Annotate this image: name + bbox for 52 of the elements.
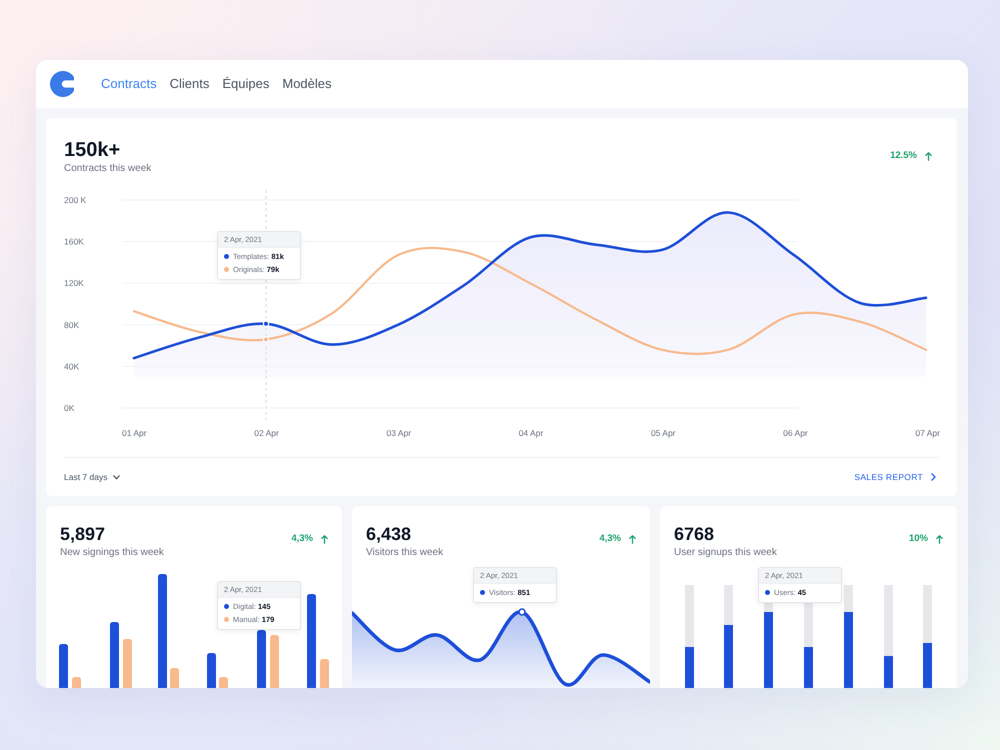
trend-value: 4,3% xyxy=(291,533,313,545)
x-axis-label: 02 Apr xyxy=(254,427,279,440)
y-axis-label: 160K xyxy=(64,236,84,247)
logo-icon xyxy=(50,71,76,97)
y-axis-label: 200 K xyxy=(64,195,86,205)
data-point-marker xyxy=(518,608,526,616)
chart-bar xyxy=(320,659,329,688)
stat-label: Visitors this week xyxy=(366,546,444,559)
nav-tab[interactable]: Clients xyxy=(170,76,210,92)
x-axis-label: 04 Apr xyxy=(518,427,544,440)
chevron-down-icon xyxy=(113,474,120,480)
y-axis-label: 40K xyxy=(64,361,80,372)
chart-bar xyxy=(270,635,279,688)
stat-label: Contracts this week xyxy=(64,162,152,176)
stat-value: 150k+ xyxy=(64,138,122,162)
bar-fill xyxy=(685,647,694,688)
nav-tab[interactable]: Modèles xyxy=(282,76,332,92)
y-axis-label: 0K xyxy=(64,403,74,413)
nav-tab[interactable]: Contracts xyxy=(101,76,157,92)
period-dropdown[interactable]: Last 7 days xyxy=(64,472,120,482)
data-point-marker xyxy=(262,320,270,327)
chart-bar xyxy=(59,644,68,688)
bar-fill xyxy=(804,647,813,688)
chart-bar xyxy=(110,622,119,688)
chart-bar xyxy=(219,677,228,688)
trend-value: 10% xyxy=(908,533,928,545)
stat-label: User signups this week xyxy=(674,546,777,559)
x-axis-label: 07 Apr xyxy=(915,427,940,440)
chart-bar xyxy=(257,630,266,688)
chart-bar xyxy=(72,677,81,688)
chart-bar xyxy=(207,653,216,688)
chevron-right-icon xyxy=(931,473,936,481)
x-axis-label: 05 Apr xyxy=(650,427,676,440)
stat-value: 5,897 xyxy=(60,524,106,544)
x-axis-label: 03 Apr xyxy=(386,427,412,440)
bar-fill xyxy=(884,656,893,688)
chart-bar xyxy=(123,639,132,688)
y-axis-label: 120K xyxy=(64,278,84,288)
x-axis-label: 06 Apr xyxy=(783,427,808,440)
data-point-marker xyxy=(262,336,270,343)
bar-fill xyxy=(724,625,733,688)
stat-value: 6768 xyxy=(674,524,716,544)
trend-value: 12.5% xyxy=(890,150,917,162)
y-axis-label: 80K xyxy=(64,320,80,330)
x-axis-label: 01 Apr xyxy=(122,427,147,440)
sales-report-link[interactable]: SALES REPORT xyxy=(854,472,936,482)
trend-value: 4,3% xyxy=(599,533,621,545)
stat-label: New signings this week xyxy=(60,546,164,559)
chart-bar xyxy=(170,668,179,688)
bar-fill xyxy=(923,643,932,688)
stat-value: 6,438 xyxy=(366,524,412,544)
nav-tab[interactable]: Équipes xyxy=(222,76,270,92)
